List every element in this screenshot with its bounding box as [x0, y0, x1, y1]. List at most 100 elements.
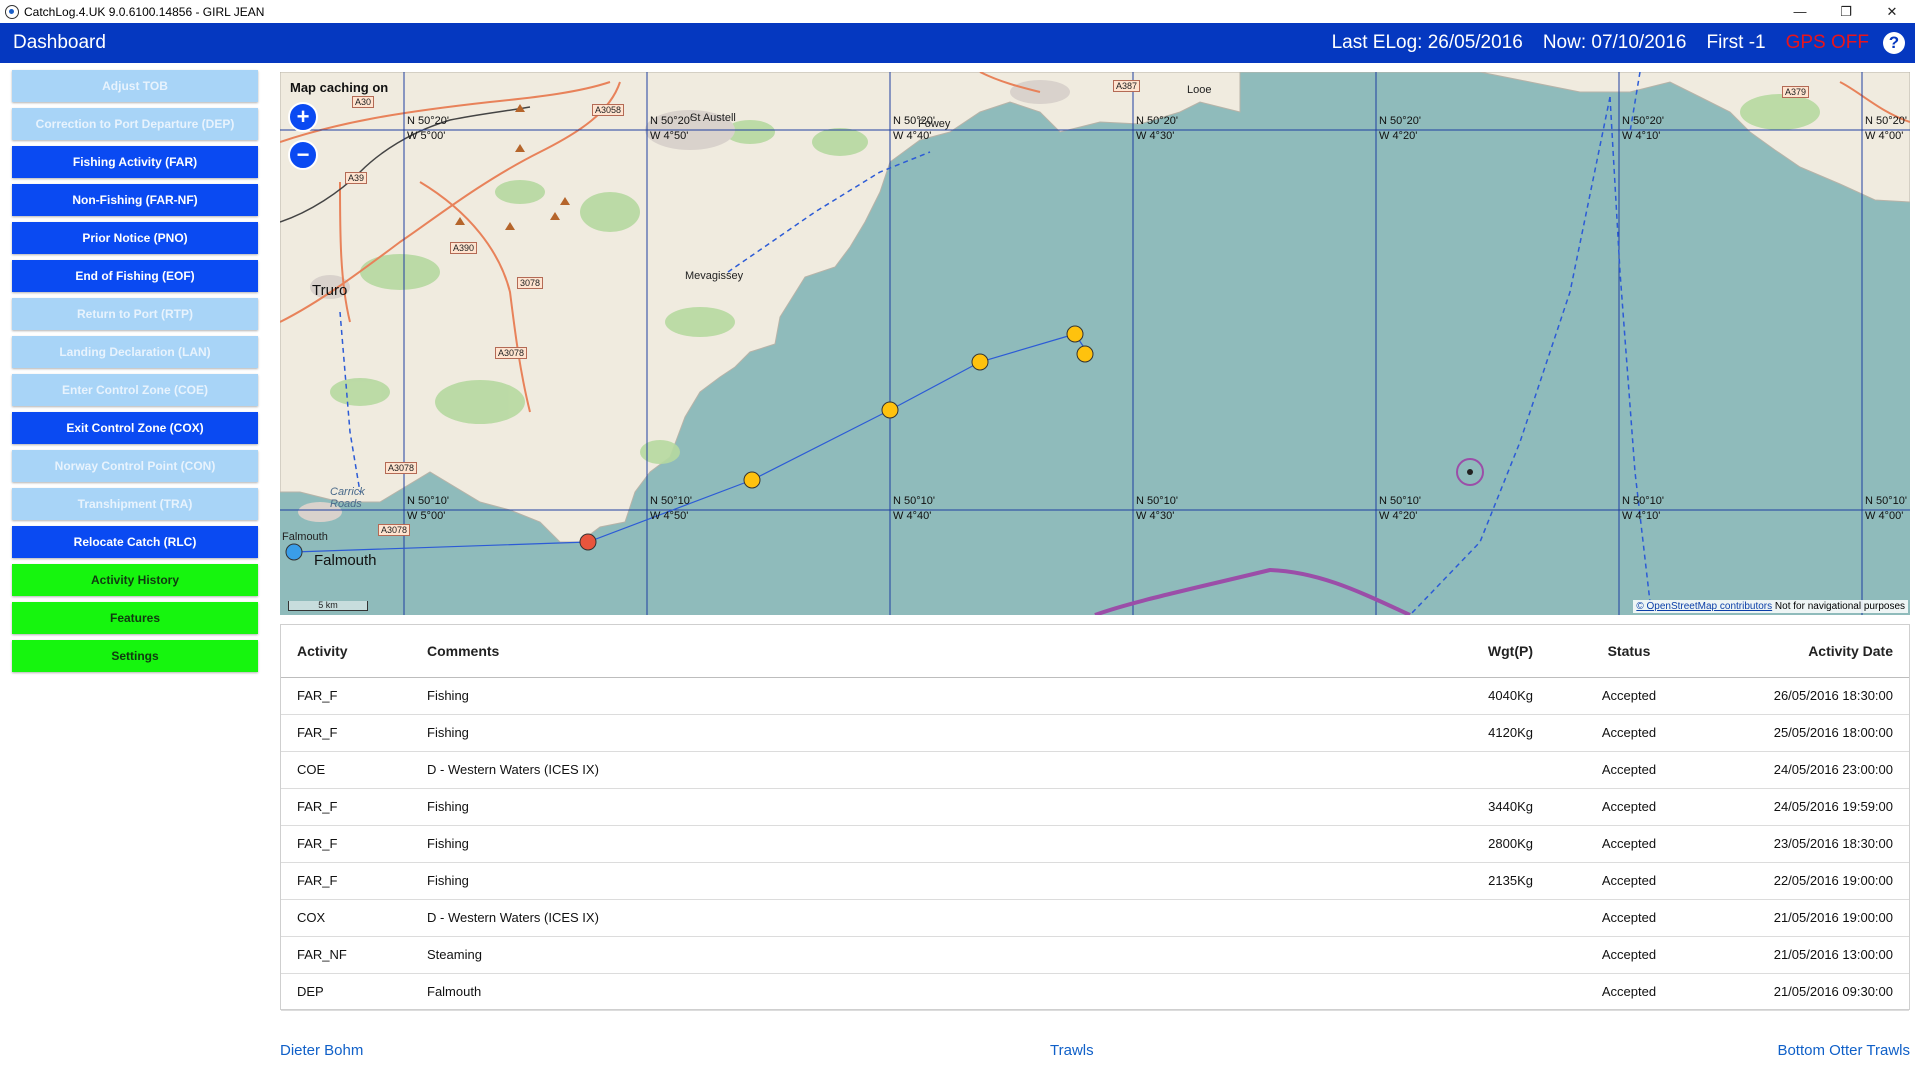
road-label: A387 — [1113, 80, 1141, 92]
table-row[interactable]: FAR_F Fishing 4120Kg Accepted 25/05/2016 18:… — [281, 714, 1909, 752]
zoom-in-button[interactable]: + — [288, 102, 318, 132]
table-row[interactable]: DEP Falmouth Accepted 21/05/2016 09:30:00 — [281, 973, 1909, 1011]
cell-date: 22/05/2016 19:00:00 — [1709, 862, 1909, 900]
cell-activity: FAR_F — [281, 862, 411, 900]
grid-label: N 50°20' W 4°00' — [1865, 115, 1907, 142]
grid-label: N 50°10' W 4°40' — [893, 495, 935, 522]
column-header-comments[interactable]: Comments — [411, 625, 1439, 678]
grid-label: N 50°20' W 4°50' — [650, 115, 692, 142]
sidebar-button-activity-history[interactable]: Activity History — [12, 564, 258, 596]
cell-status: Accepted — [1549, 936, 1709, 974]
cell-weight: 4040Kg — [1439, 676, 1549, 715]
cell-comments: D - Western Waters (ICES IX) — [411, 751, 1439, 789]
cell-comments: Fishing — [411, 676, 1439, 715]
grid-label: N 50°10' W 4°50' — [650, 495, 692, 522]
table-row[interactable]: FAR_F Fishing 3440Kg Accepted 24/05/2016 19:… — [281, 788, 1909, 826]
cell-activity: FAR_NF — [281, 936, 411, 974]
sidebar-button-fishing-activity-far[interactable]: Fishing Activity (FAR) — [12, 146, 258, 178]
sidebar-button-non-fishing-far-nf[interactable]: Non-Fishing (FAR-NF) — [12, 184, 258, 216]
window-controls: — ❐ ✕ — [1777, 0, 1915, 23]
cell-weight — [1439, 751, 1549, 789]
table-row[interactable]: FAR_F Fishing 2800Kg Accepted 23/05/2016 18:… — [281, 825, 1909, 863]
table-row[interactable]: FAR_NF Steaming Accepted 21/05/2016 13:00:0… — [281, 936, 1909, 974]
place-label: Mevagissey — [685, 270, 744, 282]
minimize-button[interactable]: — — [1777, 0, 1823, 23]
sidebar-button-landing-declaration-lan[interactable]: Landing Declaration (LAN) — [12, 336, 258, 368]
window-title: CatchLog.4.UK 9.0.6100.14856 - GIRL JEAN — [24, 4, 265, 19]
skipper-name-link[interactable]: Dieter Bohm — [280, 1042, 363, 1059]
map-land — [280, 72, 1910, 543]
navigation-disclaimer: Not for navigational purposes — [1774, 601, 1905, 612]
grid-label: N 50°20' W 4°20' — [1379, 115, 1421, 142]
road-label: A390 — [450, 242, 478, 254]
sidebar-button-prior-notice-pno[interactable]: Prior Notice (PNO) — [12, 222, 258, 254]
osm-attribution-link[interactable]: © OpenStreetMap contributors — [1636, 601, 1772, 612]
table-row[interactable]: FAR_F Fishing 4040Kg Accepted 26/05/2016 18:… — [281, 676, 1909, 715]
cell-comments: Falmouth — [411, 973, 1439, 1011]
sidebar-button-return-to-port-rtp[interactable]: Return to Port (RTP) — [12, 298, 258, 330]
cell-status: Accepted — [1549, 973, 1709, 1011]
table-body: FAR_F Fishing 4040Kg Accepted 26/05/2016 18:… — [281, 676, 1909, 1011]
restore-button[interactable]: ❐ — [1823, 0, 1869, 23]
map-canvas — [280, 72, 1910, 615]
activity-history-table: Activity Comments Wgt(P) Status Activity… — [280, 624, 1910, 1011]
cell-comments: Fishing — [411, 714, 1439, 752]
cell-comments: Steaming — [411, 936, 1439, 974]
cell-comments: Fishing — [411, 788, 1439, 826]
place-label: Falmouth — [282, 531, 328, 543]
sidebar-button-norway-control-point-con[interactable]: Norway Control Point (CON) — [12, 450, 258, 482]
table-row[interactable]: COX D - Western Waters (ICES IX) Accepted 2… — [281, 899, 1909, 937]
table-row[interactable]: FAR_F Fishing 2135Kg Accepted 22/05/2016 19:… — [281, 862, 1909, 900]
sidebar-button-correction-to-port-departure-dep[interactable]: Correction to Port Departure (DEP) — [12, 108, 258, 140]
sidebar-button-exit-control-zone-cox[interactable]: Exit Control Zone (COX) — [12, 412, 258, 444]
sidebar-button-adjust-tob[interactable]: Adjust TOB — [12, 70, 258, 102]
track-marker — [971, 353, 989, 371]
sidebar-button-settings[interactable]: Settings — [12, 640, 258, 672]
gear-type-link[interactable]: Trawls — [1050, 1042, 1094, 1059]
cell-weight: 3440Kg — [1439, 788, 1549, 826]
last-elog-label: Last ELog: 26/05/2016 — [1331, 32, 1523, 53]
grid-label: N 50°10' W 5°00' — [407, 495, 449, 522]
close-button[interactable]: ✕ — [1869, 0, 1915, 23]
track-marker — [881, 401, 899, 419]
cell-status: Accepted — [1549, 825, 1709, 863]
column-header-date[interactable]: Activity Date — [1709, 625, 1909, 678]
sidebar-button-enter-control-zone-coe[interactable]: Enter Control Zone (COE) — [12, 374, 258, 406]
sidebar-button-transhipment-tra[interactable]: Transhipment (TRA) — [12, 488, 258, 520]
cell-weight: 4120Kg — [1439, 714, 1549, 752]
page-title: Dashboard — [13, 32, 106, 53]
help-icon[interactable]: ? — [1883, 32, 1905, 54]
column-header-activity[interactable]: Activity — [281, 625, 411, 678]
column-header-status[interactable]: Status — [1549, 625, 1709, 678]
sidebar-button-relocate-catch-rlc[interactable]: Relocate Catch (RLC) — [12, 526, 258, 558]
cell-weight — [1439, 936, 1549, 974]
place-label: Carrick Roads — [330, 486, 365, 510]
cell-status: Accepted — [1549, 676, 1709, 715]
cell-weight — [1439, 899, 1549, 937]
track-marker — [1066, 325, 1084, 343]
sidebar-button-end-of-fishing-eof[interactable]: End of Fishing (EOF) — [12, 260, 258, 292]
window-titlebar: CatchLog.4.UK 9.0.6100.14856 - GIRL JEAN… — [0, 0, 1915, 23]
sidebar: Adjust TOB Correction to Port Departure (… — [12, 70, 258, 678]
gear-detail-link[interactable]: Bottom Otter Trawls — [1777, 1042, 1910, 1059]
start-marker — [579, 533, 597, 551]
cell-date: 21/05/2016 19:00:00 — [1709, 899, 1909, 937]
place-label: Fowey — [918, 118, 951, 130]
place-label: Truro — [312, 282, 348, 299]
road-label: A30 — [352, 96, 375, 108]
sidebar-button-features[interactable]: Features — [12, 602, 258, 634]
cell-weight — [1439, 973, 1549, 1011]
cell-weight: 2800Kg — [1439, 825, 1549, 863]
place-label: Looe — [1187, 84, 1212, 96]
vessel-dot — [1467, 469, 1473, 475]
cell-comments: D - Western Waters (ICES IX) — [411, 899, 1439, 937]
map-view[interactable]: Map caching on + − N 50°20' W 5°00' N 50°… — [280, 72, 1910, 615]
table-row[interactable]: COE D - Western Waters (ICES IX) Accepted 2… — [281, 751, 1909, 789]
cell-date: 26/05/2016 18:30:00 — [1709, 676, 1909, 715]
grid-label: N 50°20' W 4°30' — [1136, 115, 1178, 142]
column-header-weight[interactable]: Wgt(P) — [1439, 625, 1549, 678]
zoom-out-button[interactable]: − — [288, 140, 318, 170]
road-label: A379 — [1782, 86, 1810, 98]
cell-comments: Fishing — [411, 825, 1439, 863]
cell-date: 21/05/2016 09:30:00 — [1709, 973, 1909, 1011]
